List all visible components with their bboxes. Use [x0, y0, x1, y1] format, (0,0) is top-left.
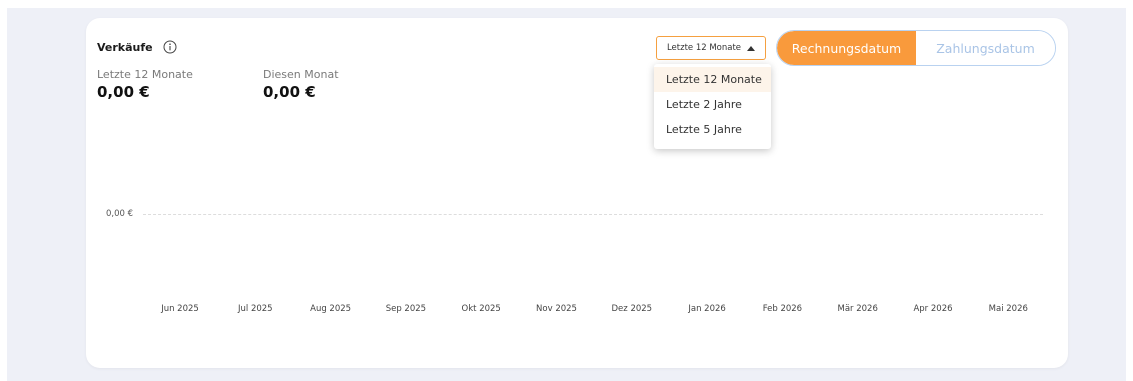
info-icon[interactable]: [163, 40, 177, 54]
x-tick-label: Apr 2026: [913, 304, 953, 314]
range-option-5-years[interactable]: Letzte 5 Jahre: [654, 117, 771, 142]
stat-value: 0,00 €: [263, 83, 316, 101]
stat-label: Letzte 12 Monate: [97, 68, 193, 81]
card-header: Verkäufe: [97, 40, 177, 54]
x-tick-label: Mai 2026: [988, 304, 1028, 314]
range-option-12-months[interactable]: Letzte 12 Monate: [654, 67, 771, 92]
stat-this-month: Diesen Monat 0,00 €: [263, 68, 339, 101]
range-select[interactable]: Letzte 12 Monate: [656, 36, 766, 60]
x-tick-label: Jul 2025: [238, 304, 273, 314]
stat-last-12-months: Letzte 12 Monate 0,00 €: [97, 68, 193, 101]
card-title: Verkäufe: [97, 40, 153, 54]
sales-card: Verkäufe Letzte 12 Monate 0,00 € Diesen …: [86, 18, 1068, 368]
range-option-2-years[interactable]: Letzte 2 Jahre: [654, 92, 771, 117]
date-type-toggle: Rechnungsdatum Zahlungsdatum: [776, 30, 1056, 66]
x-tick-label: Jun 2025: [161, 304, 199, 314]
invoice-date-button[interactable]: Rechnungsdatum: [777, 31, 916, 65]
x-tick-label: Feb 2026: [762, 304, 803, 314]
x-tick-label: Dez 2025: [611, 304, 653, 314]
range-select-value: Letzte 12 Monate: [666, 43, 742, 53]
stat-label: Diesen Monat: [263, 68, 339, 81]
y-tick-label: 0,00 €: [106, 209, 134, 219]
x-axis: Jun 2025 Jul 2025 Aug 2025 Sep 2025 Okt 2025…: [86, 304, 1068, 318]
stat-value: 0,00 €: [97, 83, 150, 101]
range-dropdown-menu: Letzte 12 Monate Letzte 2 Jahre Letzte 5…: [654, 64, 771, 149]
x-tick-label: Nov 2025: [536, 304, 577, 314]
x-tick-label: Sep 2025: [385, 304, 427, 314]
zero-gridline: [143, 214, 1043, 215]
caret-up-icon: [747, 45, 756, 51]
x-tick-label: Okt 2025: [461, 304, 501, 314]
x-tick-label: Mär 2026: [837, 304, 878, 314]
x-tick-label: Aug 2025: [310, 304, 352, 314]
payment-date-button[interactable]: Zahlungsdatum: [916, 31, 1055, 65]
x-tick-label: Jan 2026: [688, 304, 726, 314]
